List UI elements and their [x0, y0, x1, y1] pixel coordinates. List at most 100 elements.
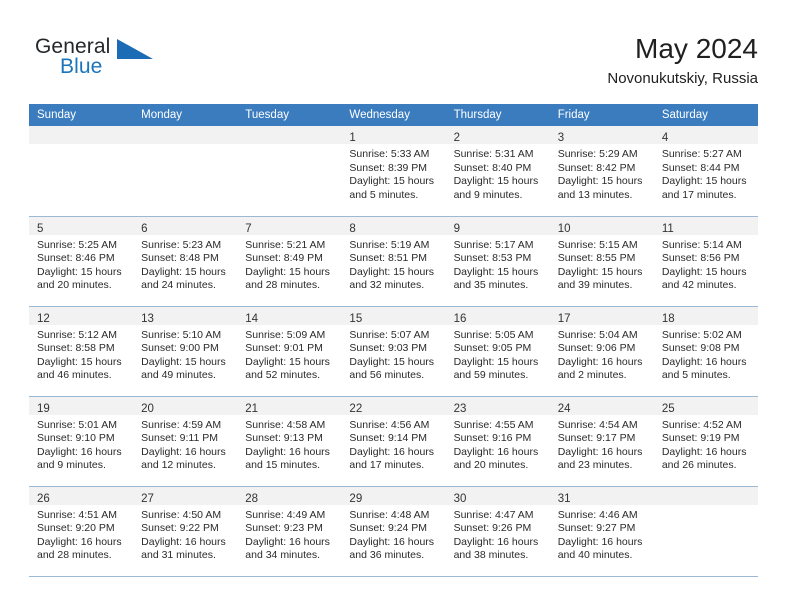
- sunset-text: Sunset: 9:11 PM: [141, 432, 218, 445]
- day-number-strip: [653, 486, 758, 505]
- day-cell[interactable]: 29 Sunrise: 4:48 AM Sunset: 9:24 PM Dayligh…: [341, 485, 446, 576]
- day-cell[interactable]: 22 Sunrise: 4:56 AM Sunset: 9:14 PM Dayligh…: [341, 395, 446, 486]
- day-cell[interactable]: 13 Sunrise: 5:10 AM Sunset: 9:00 PM Dayligh…: [133, 305, 238, 396]
- day-cell[interactable]: 6 Sunrise: 5:23 AM Sunset: 8:48 PM Daylight…: [133, 215, 238, 306]
- day-number-strip: 16: [445, 306, 550, 325]
- day-number: 25: [661, 402, 675, 415]
- day-cell[interactable]: 5 Sunrise: 5:25 AM Sunset: 8:46 PM Daylight…: [29, 215, 134, 306]
- day-cell-body: Sunrise: 5:27 AM Sunset: 8:44 PM Daylight:…: [654, 144, 758, 202]
- day-cell[interactable]: 30 Sunrise: 4:47 AM Sunset: 9:26 PM Dayligh…: [445, 485, 550, 576]
- weekday-header-friday: Friday: [549, 104, 654, 126]
- day-cell[interactable]: 10 Sunrise: 5:15 AM Sunset: 8:55 PM Dayligh…: [549, 215, 654, 306]
- sunset-text: Sunset: 9:17 PM: [557, 432, 636, 445]
- day-cell[interactable]: 23 Sunrise: 4:55 AM Sunset: 9:16 PM Dayligh…: [445, 395, 550, 486]
- day-cell[interactable]: 3 Sunrise: 5:29 AM Sunset: 8:42 PM Daylight…: [549, 126, 654, 216]
- day-cell[interactable]: 25 Sunrise: 4:52 AM Sunset: 9:19 PM Dayligh…: [653, 395, 758, 486]
- day-cell[interactable]: 19 Sunrise: 5:01 AM Sunset: 9:10 PM Dayligh…: [29, 395, 134, 486]
- day-cell-body: Sunrise: 4:54 AM Sunset: 9:17 PM Daylight:…: [550, 415, 654, 473]
- day-cell[interactable]: 26 Sunrise: 4:51 AM Sunset: 9:20 PM Dayligh…: [29, 485, 134, 576]
- day-cell[interactable]: 7 Sunrise: 5:21 AM Sunset: 8:49 PM Daylight…: [237, 215, 342, 306]
- daylight-text-line1: Daylight: 15 hours: [557, 175, 643, 188]
- sunset-text: Sunset: 8:46 PM: [37, 252, 115, 265]
- daylight-text-line1: Daylight: 15 hours: [557, 265, 643, 278]
- daylight-text-line2: and 5 minutes.: [349, 188, 419, 201]
- day-cell[interactable]: 24 Sunrise: 4:54 AM Sunset: 9:17 PM Dayligh…: [549, 395, 654, 486]
- day-number: 9: [453, 222, 460, 235]
- day-cell[interactable]: 9 Sunrise: 5:17 AM Sunset: 8:53 PM Daylight…: [445, 215, 550, 306]
- weekday-header-saturday: Saturday: [653, 104, 758, 126]
- daylight-text-line2: and 2 minutes.: [557, 369, 627, 382]
- day-number-strip: 29: [341, 486, 446, 505]
- daylight-text-line2: and 24 minutes.: [141, 279, 216, 292]
- day-number-strip: 27: [133, 486, 238, 505]
- day-cell[interactable]: 2 Sunrise: 5:31 AM Sunset: 8:40 PM Daylight…: [445, 126, 550, 216]
- day-number-strip: 10: [549, 216, 654, 235]
- day-cell-body: Sunrise: 5:15 AM Sunset: 8:55 PM Daylight:…: [550, 235, 654, 293]
- sunrise-text: Sunrise: 4:49 AM: [245, 508, 326, 521]
- day-cell[interactable]: 18 Sunrise: 5:02 AM Sunset: 9:08 PM Dayligh…: [653, 305, 758, 396]
- triangle-logo-icon: [117, 39, 153, 59]
- sunset-text: Sunset: 9:08 PM: [661, 342, 740, 355]
- day-cell[interactable]: 31 Sunrise: 4:46 AM Sunset: 9:27 PM Dayligh…: [549, 485, 654, 576]
- sunrise-text: Sunrise: 4:52 AM: [661, 418, 742, 431]
- day-number-strip: 14: [237, 306, 342, 325]
- day-number: 12: [37, 312, 50, 325]
- day-number: 27: [141, 492, 154, 505]
- sunset-text: Sunset: 9:13 PM: [245, 432, 323, 445]
- day-cell[interactable]: 12 Sunrise: 5:12 AM Sunset: 8:58 PM Dayligh…: [29, 305, 134, 396]
- day-cell[interactable]: 17 Sunrise: 5:04 AM Sunset: 9:06 PM Dayligh…: [549, 305, 654, 396]
- sunset-text: Sunset: 9:26 PM: [453, 522, 532, 535]
- day-cell[interactable]: 15 Sunrise: 5:07 AM Sunset: 9:03 PM Dayligh…: [341, 305, 446, 396]
- day-cell-body: Sunrise: 5:14 AM Sunset: 8:56 PM Daylight:…: [654, 235, 758, 293]
- day-number-strip: 23: [445, 396, 550, 415]
- day-cell-body: Sunrise: 5:17 AM Sunset: 8:53 PM Daylight:…: [446, 235, 550, 293]
- day-cell[interactable]: 21 Sunrise: 4:58 AM Sunset: 9:13 PM Dayligh…: [237, 395, 342, 486]
- daylight-text-line1: Daylight: 15 hours: [141, 355, 226, 368]
- day-number: 29: [349, 492, 363, 505]
- sunrise-text: Sunrise: 5:23 AM: [141, 238, 222, 251]
- day-number: 16: [453, 312, 467, 325]
- day-cell[interactable]: 27 Sunrise: 4:50 AM Sunset: 9:22 PM Dayligh…: [133, 485, 238, 576]
- calendar-header-row: Sunday Monday Tuesday Wednesday Thursday Frid…: [29, 104, 758, 126]
- day-number: 4: [661, 132, 669, 144]
- daylight-text-line1: Daylight: 15 hours: [453, 355, 539, 368]
- daylight-text-line1: Daylight: 15 hours: [453, 175, 539, 188]
- day-number: 31: [557, 492, 571, 505]
- day-cell-body: Sunrise: 4:48 AM Sunset: 9:24 PM Daylight:…: [341, 505, 445, 563]
- calendar-week-row: 19 Sunrise: 5:01 AM Sunset: 9:10 PM Dayligh…: [29, 395, 758, 486]
- daylight-text-line2: and 52 minutes.: [245, 369, 320, 382]
- daylight-text-line2: and 32 minutes.: [349, 279, 425, 292]
- calendar-table: Sunday Monday Tuesday Wednesday Thursday Frid…: [29, 104, 758, 576]
- brand-logo[interactable]: General Blue: [29, 32, 259, 90]
- daylight-text-line1: Daylight: 15 hours: [37, 265, 122, 278]
- daylight-text-line1: Daylight: 15 hours: [37, 355, 122, 368]
- day-number: 6: [141, 222, 148, 235]
- sunset-text: Sunset: 9:00 PM: [141, 342, 219, 355]
- day-cell[interactable]: 1 Sunrise: 5:33 AM Sunset: 8:39 PM Daylight…: [341, 126, 446, 216]
- sunset-text: Sunset: 9:19 PM: [661, 432, 740, 445]
- day-cell[interactable]: 16 Sunrise: 5:05 AM Sunset: 9:05 PM Dayligh…: [445, 305, 550, 396]
- sunset-text: Sunset: 8:39 PM: [349, 161, 428, 174]
- day-cell-empty: [133, 126, 238, 216]
- day-cell-body: Sunrise: 4:52 AM Sunset: 9:19 PM Daylight:…: [654, 415, 758, 473]
- day-number-strip: 2: [445, 126, 550, 144]
- daylight-text-line2: and 5 minutes.: [661, 369, 731, 382]
- daylight-text-line1: Daylight: 16 hours: [141, 535, 226, 548]
- day-number-strip: 13: [133, 306, 238, 325]
- day-cell[interactable]: 11 Sunrise: 5:14 AM Sunset: 8:56 PM Dayligh…: [653, 215, 758, 306]
- brand-name-blue: Blue: [60, 55, 103, 78]
- sunrise-text: Sunrise: 5:15 AM: [557, 238, 638, 251]
- sunset-text: Sunset: 8:40 PM: [453, 161, 532, 174]
- day-number: 13: [141, 312, 154, 325]
- daylight-text-line2: and 35 minutes.: [453, 279, 529, 292]
- day-cell[interactable]: 4 Sunrise: 5:27 AM Sunset: 8:44 PM Daylight…: [653, 126, 758, 216]
- day-number: 1: [349, 132, 356, 144]
- day-cell[interactable]: 14 Sunrise: 5:09 AM Sunset: 9:01 PM Dayligh…: [237, 305, 342, 396]
- daylight-text-line2: and 59 minutes.: [453, 369, 529, 382]
- day-cell[interactable]: 20 Sunrise: 4:59 AM Sunset: 9:11 PM Dayligh…: [133, 395, 238, 486]
- day-cell[interactable]: 8 Sunrise: 5:19 AM Sunset: 8:51 PM Daylight…: [341, 215, 446, 306]
- day-cell[interactable]: 28 Sunrise: 4:49 AM Sunset: 9:23 PM Dayligh…: [237, 485, 342, 576]
- daylight-text-line2: and 9 minutes.: [37, 459, 106, 472]
- daylight-text-line1: Daylight: 15 hours: [245, 355, 330, 368]
- sunset-text: Sunset: 8:42 PM: [557, 161, 636, 174]
